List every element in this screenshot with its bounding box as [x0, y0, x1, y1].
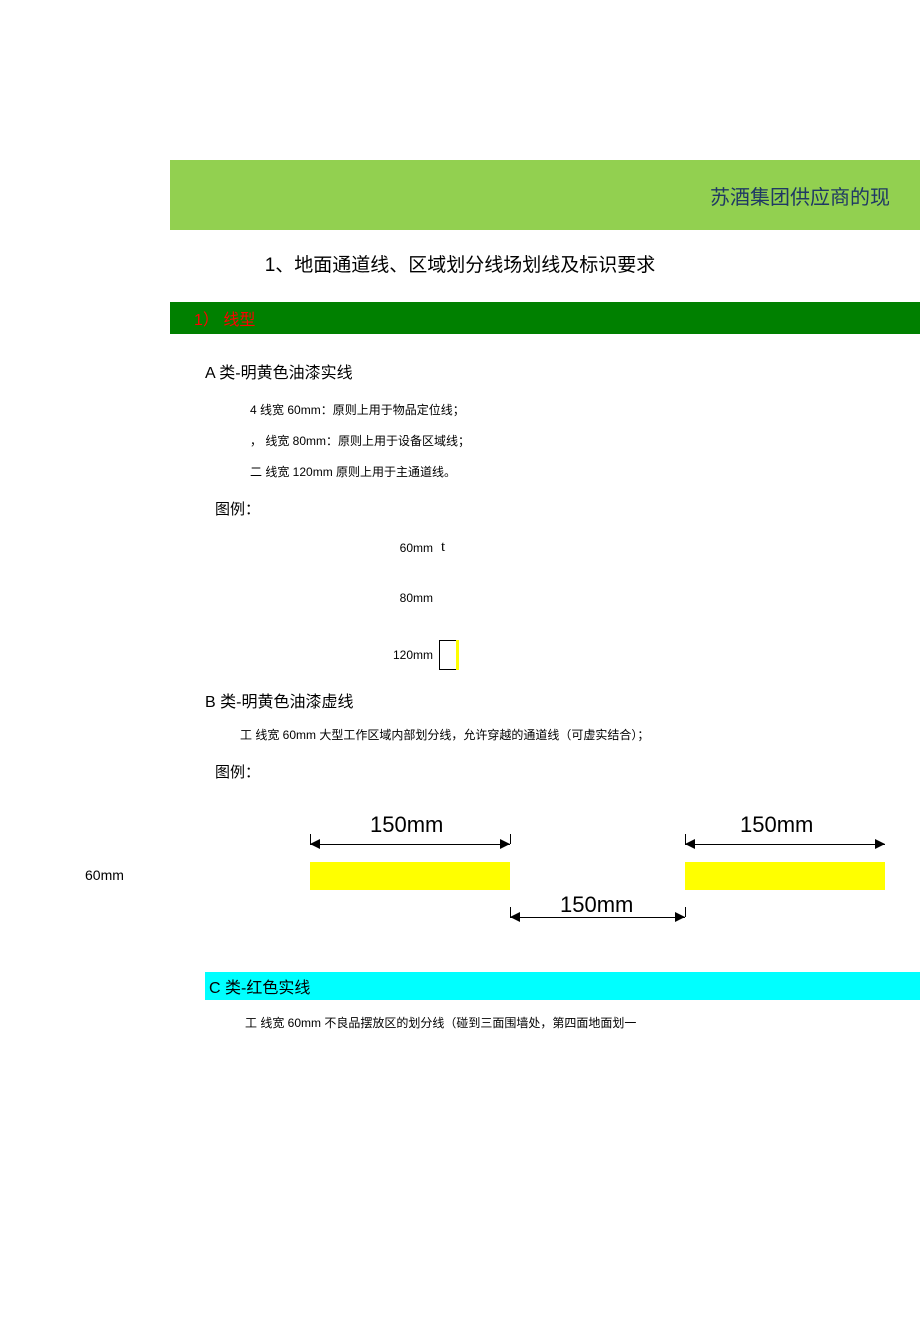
dim-label-bottom: 150mm [560, 892, 633, 918]
arrow-line-top-right [685, 844, 885, 845]
type-b-heading: B 类-明黄色油漆虚线 [205, 688, 920, 712]
type-c-heading-bar: C 类-红色实线 [205, 972, 920, 1000]
type-a-spec-60: 4 线宽 60mm：原则上用于物品定位线； [250, 401, 920, 418]
diagram-label-80: 80mm [385, 591, 433, 605]
type-c-spec: 工 线宽 60mm 不良品摆放区的划分线（碰到三面围墙处，第四面地面划一 [245, 1014, 920, 1031]
yellow-segment-right [685, 862, 885, 890]
diagram-row-80: 80mm [385, 591, 920, 605]
diagram-label-60: 60mm [385, 541, 433, 555]
diagram-row-60: 60mm t [385, 539, 920, 556]
dim-label-top-right: 150mm [740, 812, 813, 838]
type-b-spec: 工 线宽 60mm 大型工作区域内部划分线，允许穿越的通道线（可虚实结合）； [240, 726, 920, 743]
arrow-line-top-left [310, 844, 510, 845]
type-b-diagram: 150mm 150mm 60mm 150mm [185, 812, 920, 932]
section-title-number: 1、 [265, 255, 295, 276]
subsection-bar-line-type: 1） 线型 [170, 302, 920, 334]
diagram-row-120: 120mm [385, 640, 920, 670]
header-banner-text: 苏酒集团供应商的现 [710, 181, 890, 210]
diagram-suffix-60: t [441, 539, 445, 556]
diagram-label-120: 120mm [385, 648, 433, 662]
type-a-block: A 类-明黄色油漆实线 4 线宽 60mm：原则上用于物品定位线； ， 线宽 8… [205, 359, 920, 932]
type-b-legend-label: 图例： [215, 761, 920, 782]
header-banner: 苏酒集团供应商的现 [170, 160, 920, 230]
type-a-spec-120: 二 线宽 120mm 原则上用于主通道线。 [250, 463, 920, 480]
tick-mark [510, 834, 511, 844]
type-a-diagram: 60mm t 80mm 120mm [385, 539, 920, 670]
diagram-box-120 [439, 640, 457, 670]
type-c-heading: C 类-红色实线 [209, 980, 310, 997]
section-title-text: 地面通道线、区域划分线场划线及标识要求 [294, 255, 655, 276]
type-a-heading: A 类-明黄色油漆实线 [205, 359, 920, 383]
type-a-legend-label: 图例： [215, 498, 920, 519]
tick-mark [685, 907, 686, 917]
section-title: 1、地面通道线、区域划分线场划线及标识要求 [0, 250, 920, 277]
type-a-spec-80: ， 线宽 80mm：原则上用于设备区域线； [250, 432, 920, 449]
subsection-bar-label: 1） 线型 [194, 312, 255, 329]
yellow-segment-left [310, 862, 510, 890]
side-label-60mm: 60mm [85, 867, 124, 883]
dim-label-top-left: 150mm [370, 812, 443, 838]
